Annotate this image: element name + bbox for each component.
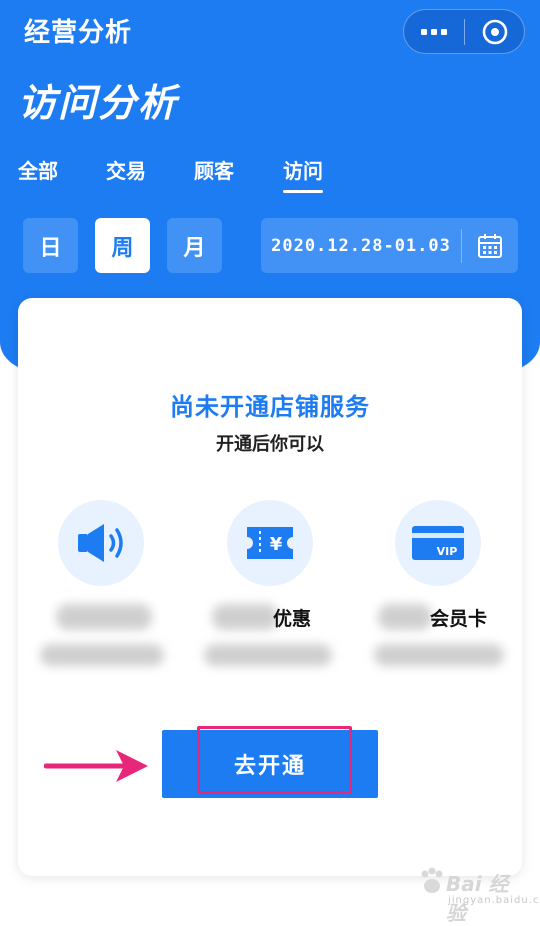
close-circle-icon[interactable] bbox=[465, 10, 524, 53]
blurred-description bbox=[40, 644, 164, 666]
tab-bar: 全部 交易 顾客 访问 bbox=[0, 155, 540, 195]
tab-trade[interactable]: 交易 bbox=[106, 155, 146, 184]
svg-text:VIP: VIP bbox=[437, 545, 458, 558]
watermark-url: jingyan.baidu.com bbox=[448, 895, 540, 906]
blurred-label bbox=[56, 604, 152, 630]
tab-all[interactable]: 全部 bbox=[18, 155, 58, 184]
service-card: 尚未开通店铺服务 开通后你可以 ¥ 优惠 VIP 会员卡 去开通 bbox=[18, 298, 522, 876]
pointer-arrow-icon bbox=[44, 750, 148, 782]
paw-icon bbox=[421, 867, 443, 893]
coupon-icon: ¥ bbox=[227, 500, 313, 586]
mini-program-capsule bbox=[403, 9, 525, 54]
card-title: 尚未开通店铺服务 bbox=[170, 393, 370, 421]
period-month-button[interactable]: 月 bbox=[167, 218, 222, 273]
more-dots-icon[interactable] bbox=[404, 10, 464, 53]
blurred-description bbox=[204, 644, 332, 666]
tab-visit[interactable]: 访问 bbox=[283, 155, 323, 193]
card-subtitle: 开通后你可以 bbox=[216, 434, 324, 455]
highlight-box bbox=[197, 726, 352, 794]
blurred-label-prefix bbox=[212, 604, 278, 630]
app-title: 经营分析 bbox=[24, 18, 133, 48]
date-range-text: 2020.12.28-01.03 bbox=[271, 235, 451, 256]
calendar-icon[interactable] bbox=[462, 218, 518, 273]
feature-label-vip: 会员卡 bbox=[430, 608, 488, 630]
page-title: 访问分析 bbox=[18, 81, 179, 125]
period-day-button[interactable]: 日 bbox=[23, 218, 78, 273]
watermark: Bai 经验 jingyan.baidu.com bbox=[418, 862, 540, 925]
svg-text:¥: ¥ bbox=[270, 534, 283, 555]
blurred-label-prefix bbox=[378, 604, 432, 630]
feature-label-coupon: 优惠 bbox=[273, 608, 312, 630]
tab-customer[interactable]: 顾客 bbox=[194, 155, 234, 184]
blurred-description bbox=[374, 644, 504, 666]
vip-card-icon: VIP bbox=[395, 500, 481, 586]
speaker-icon bbox=[58, 500, 144, 586]
open-service-button[interactable]: 去开通 bbox=[162, 726, 378, 798]
period-week-button[interactable]: 周 bbox=[95, 218, 150, 273]
date-range-selector[interactable]: 2020.12.28-01.03 bbox=[261, 218, 518, 273]
